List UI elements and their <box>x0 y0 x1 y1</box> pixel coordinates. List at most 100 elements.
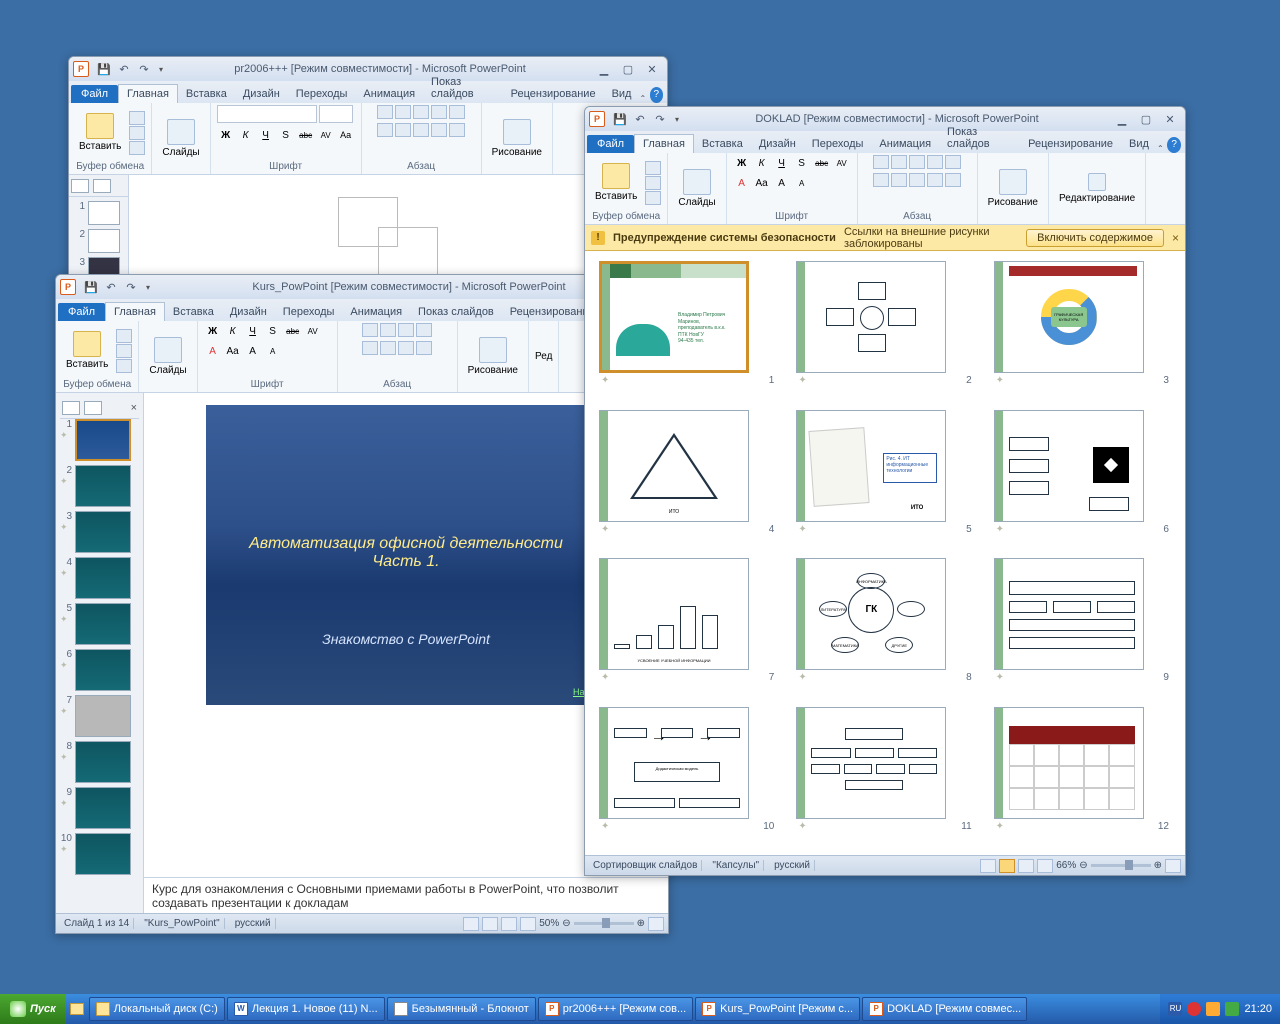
minimize-button[interactable]: ▁ <box>593 61 615 77</box>
sorter-slide-10[interactable]: →→ Дидактическая модель ✦10 <box>599 707 776 846</box>
save-icon[interactable]: 💾 <box>611 110 629 128</box>
tab-transitions[interactable]: Переходы <box>275 303 343 321</box>
tab-transitions[interactable]: Переходы <box>288 85 356 103</box>
tab-slideshow[interactable]: Показ слайдов <box>410 303 502 321</box>
titlebar[interactable]: P 💾 ↶ ↷ ▾ DOKLAD [Режим совместимости] -… <box>585 107 1185 131</box>
align-center-icon[interactable] <box>380 341 396 355</box>
zoom-out-button[interactable]: ⊖ <box>562 918 570 929</box>
redo-icon[interactable]: ↷ <box>135 60 153 78</box>
spacing-button[interactable]: AV <box>304 323 322 339</box>
justify-icon[interactable] <box>927 173 943 187</box>
fit-window-icon[interactable] <box>648 917 664 931</box>
thumb-1[interactable]: 1 <box>73 201 124 225</box>
taskbar-item-pr2006[interactable]: Ppr2006+++ [Режим сов... <box>538 997 693 1021</box>
thumb-2[interactable]: 2✦ <box>60 465 139 507</box>
normal-view-icon[interactable] <box>980 859 996 873</box>
thumb-1[interactable]: 1✦ <box>60 419 139 461</box>
thumb-3[interactable]: 3✦ <box>60 511 139 553</box>
tab-review[interactable]: Рецензирование <box>1020 135 1121 153</box>
enable-content-button[interactable]: Включить содержимое <box>1026 229 1164 247</box>
slideshow-view-icon[interactable] <box>520 917 536 931</box>
bold-button[interactable]: Ж <box>217 127 235 143</box>
close-pane-icon[interactable]: × <box>131 402 137 414</box>
align-center-icon[interactable] <box>395 123 411 137</box>
minimize-ribbon-icon[interactable]: ⌃ <box>1157 144 1167 153</box>
thumbnail-pane[interactable]: × 1✦ 2✦ 3✦ 4✦ 5✦ 6✦ 7✦ 8✦ 9✦ 10✦ <box>56 393 144 913</box>
columns-icon[interactable] <box>449 123 465 137</box>
tab-home[interactable]: Главная <box>105 302 165 321</box>
drawing-button[interactable]: Рисование <box>984 167 1042 210</box>
align-right-icon[interactable] <box>413 123 429 137</box>
tab-view[interactable]: Вид <box>1121 135 1157 153</box>
underline-button[interactable]: Ч <box>244 323 262 339</box>
grow-font-icon[interactable]: A <box>244 343 262 359</box>
tab-slideshow[interactable]: Показ слайдов <box>939 123 1020 153</box>
redo-icon[interactable]: ↷ <box>122 278 140 296</box>
tab-transitions[interactable]: Переходы <box>804 135 872 153</box>
sorter-view-icon[interactable] <box>482 917 498 931</box>
save-icon[interactable]: 💾 <box>82 278 100 296</box>
sorter-slide-9[interactable]: ✦9 <box>994 558 1171 697</box>
bold-button[interactable]: Ж <box>733 155 751 171</box>
sorter-view-icon[interactable] <box>999 859 1015 873</box>
outline-tab-icon[interactable] <box>84 401 102 415</box>
zoom-slider[interactable] <box>574 922 634 925</box>
sorter-slide-11[interactable]: ✦11 <box>796 707 973 846</box>
indent-dec-icon[interactable] <box>909 155 925 169</box>
tab-design[interactable]: Дизайн <box>751 135 804 153</box>
tray-icon[interactable] <box>1206 1002 1220 1016</box>
format-painter-icon[interactable] <box>129 141 145 155</box>
indent-dec-icon[interactable] <box>413 105 429 119</box>
paste-button[interactable]: Вставить <box>62 329 112 372</box>
editing-button[interactable]: Редактирование <box>1055 171 1139 206</box>
format-painter-icon[interactable] <box>645 191 661 205</box>
thumb-2[interactable]: 2 <box>73 229 124 253</box>
indent-dec-icon[interactable] <box>398 323 414 337</box>
spacing-button[interactable]: AV <box>317 127 335 143</box>
cut-icon[interactable] <box>116 329 132 343</box>
thumb-6[interactable]: 6✦ <box>60 649 139 691</box>
indent-inc-icon[interactable] <box>927 155 943 169</box>
zoom-level[interactable]: 66% <box>1056 860 1076 871</box>
quick-launch-folder-icon[interactable] <box>66 997 88 1021</box>
taskbar-item-kurs[interactable]: PKurs_PowPoint [Режим с... <box>695 997 860 1021</box>
cut-icon[interactable] <box>129 111 145 125</box>
cut-icon[interactable] <box>645 161 661 175</box>
tab-home[interactable]: Главная <box>634 134 694 153</box>
linespace-icon[interactable] <box>945 155 961 169</box>
sorter-slide-1[interactable]: Владимир ПетровичМаринов,преподаватель в… <box>599 261 776 400</box>
copy-icon[interactable] <box>129 126 145 140</box>
normal-view-icon[interactable] <box>463 917 479 931</box>
thumb-4[interactable]: 4✦ <box>60 557 139 599</box>
underline-button[interactable]: Ч <box>257 127 275 143</box>
tab-slideshow[interactable]: Показ слайдов <box>423 73 503 103</box>
slides-button[interactable]: Слайды <box>158 117 203 160</box>
language[interactable]: русский <box>770 860 815 871</box>
drawing-button[interactable]: Рисование <box>464 335 522 378</box>
start-button[interactable]: Пуск <box>0 994 66 1024</box>
bullets-icon[interactable] <box>377 105 393 119</box>
underline-button[interactable]: Ч <box>773 155 791 171</box>
powerpoint-window-doklad[interactable]: P 💾 ↶ ↷ ▾ DOKLAD [Режим совместимости] -… <box>584 106 1186 876</box>
maximize-button[interactable]: ▢ <box>617 61 639 77</box>
slideshow-view-icon[interactable] <box>1037 859 1053 873</box>
qat-dropdown-icon[interactable]: ▾ <box>142 278 154 296</box>
thumb-10[interactable]: 10✦ <box>60 833 139 875</box>
align-right-icon[interactable] <box>909 173 925 187</box>
align-left-icon[interactable] <box>362 341 378 355</box>
tray-icon[interactable] <box>1187 1002 1201 1016</box>
grow-font-icon[interactable]: A <box>773 175 791 191</box>
sorter-slide-6[interactable]: ✦6 <box>994 410 1171 549</box>
maximize-button[interactable]: ▢ <box>1135 111 1157 127</box>
undo-icon[interactable]: ↶ <box>102 278 120 296</box>
linespace-icon[interactable] <box>449 105 465 119</box>
tab-review[interactable]: Рецензирование <box>503 85 604 103</box>
tab-design[interactable]: Дизайн <box>235 85 288 103</box>
close-button[interactable]: ✕ <box>641 61 663 77</box>
paste-button[interactable]: Вставить <box>75 111 125 154</box>
sorter-slide-12[interactable]: ✦12 <box>994 707 1171 846</box>
bullets-icon[interactable] <box>362 323 378 337</box>
paste-button[interactable]: Вставить <box>591 161 641 204</box>
zoom-out-button[interactable]: ⊖ <box>1079 860 1087 871</box>
slide-1[interactable]: Автоматизация офисной деятельностиЧасть … <box>206 405 606 705</box>
